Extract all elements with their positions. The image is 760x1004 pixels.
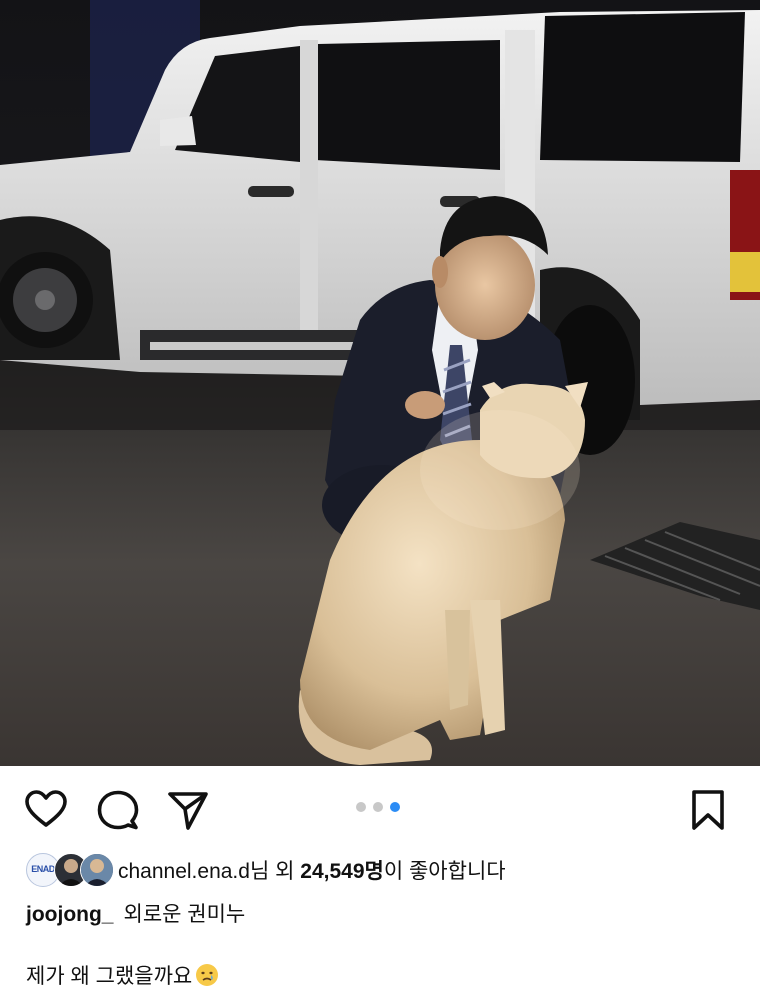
likes-text: channel.ena.d님 외 24,549명이 좋아합니다 [118, 855, 506, 885]
bookmark-icon [692, 790, 724, 830]
caption-text: 제가 왜 그랬을까요 [26, 965, 193, 988]
like-button[interactable] [24, 788, 68, 832]
caption-text: 외로운 권미누 [123, 903, 246, 926]
save-button[interactable] [686, 788, 730, 832]
caption-line-2: 제가 왜 그랬을까요 [26, 960, 219, 990]
heart-icon [25, 790, 67, 827]
crying-face-icon [196, 964, 219, 986]
likes-count[interactable]: 24,549명 [300, 860, 384, 883]
likes-row[interactable]: ENAD channel.ena.d님 외 24,549명이 좋아합니다 [26, 852, 506, 888]
caption-username[interactable]: joojong_ [26, 903, 114, 926]
paper-plane-icon [168, 792, 208, 830]
carousel-indicator [356, 802, 400, 812]
comment-button[interactable] [96, 788, 140, 832]
post-action-bar [0, 766, 760, 850]
carousel-dot [373, 802, 383, 812]
liker-avatars: ENAD [26, 853, 114, 887]
caption-line-1: joojong_ 외로운 권미누 [26, 898, 245, 928]
post-image [0, 0, 760, 766]
comment-bubble-icon [97, 790, 139, 830]
post-photo[interactable] [0, 0, 760, 766]
share-button[interactable] [166, 788, 210, 832]
likes-suffix: 님 외 [249, 860, 301, 883]
carousel-dot [356, 802, 366, 812]
liker-username[interactable]: channel.ena.d [118, 860, 250, 883]
avatar [80, 853, 114, 887]
carousel-dot-active [390, 802, 400, 812]
likes-suffix: 이 좋아합니다 [383, 860, 506, 883]
